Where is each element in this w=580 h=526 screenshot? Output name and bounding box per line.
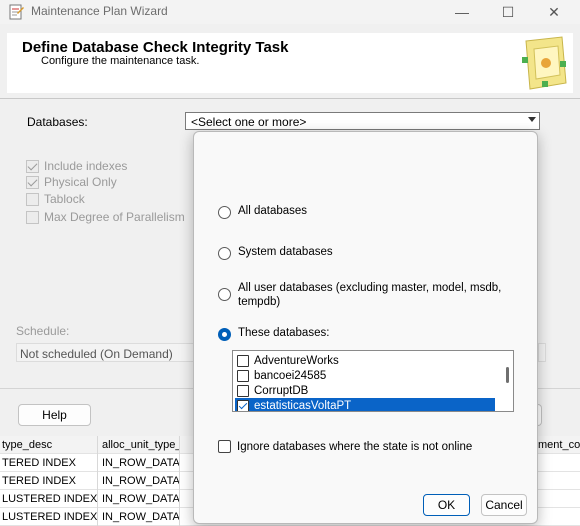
wizard-banner-icon <box>514 33 573 93</box>
radio-icon <box>218 328 231 341</box>
minimize-icon: — <box>455 4 469 20</box>
help-button-label: Help <box>42 408 67 422</box>
option-label: Tablock <box>44 192 85 206</box>
maximize-button[interactable]: ☐ <box>485 0 531 24</box>
checkbox-icon <box>26 175 39 189</box>
column-header[interactable]: ment_cou <box>536 436 580 454</box>
radio-icon <box>218 247 231 260</box>
databases-label: Databases: <box>27 115 88 129</box>
include-indexes-checkbox[interactable]: Include indexes <box>26 159 127 173</box>
table-cell: TERED INDEX <box>0 472 98 490</box>
radio-label: All databases <box>238 205 308 217</box>
schedule-label: Schedule: <box>16 324 70 338</box>
table-cell: TERED INDEX <box>0 454 98 472</box>
header-divider <box>0 98 580 99</box>
minimize-button[interactable]: — <box>439 0 485 24</box>
radio-label: All user databases (excluding master, mo… <box>238 282 502 308</box>
checkbox-icon <box>26 210 39 224</box>
databases-dropdown[interactable]: <Select one or more> <box>185 112 540 130</box>
ok-button[interactable]: OK <box>423 494 470 516</box>
column-header[interactable]: alloc_unit_type_desc <box>100 436 180 454</box>
list-item[interactable]: bancoei24585 <box>235 368 495 383</box>
ignore-offline-label: Ignore databases where the state is not … <box>237 440 473 453</box>
page-title: Define Database Check Integrity Task <box>22 39 289 56</box>
database-name: CorruptDB <box>254 384 309 397</box>
checkbox-icon[interactable] <box>237 384 249 397</box>
database-name: estatisticasVoltaPT <box>254 399 352 412</box>
checkbox-icon[interactable] <box>237 369 249 382</box>
wizard-header: Define Database Check Integrity Task Con… <box>7 33 573 93</box>
option-label: Max Degree of Parallelism <box>44 210 185 224</box>
max-dop-checkbox[interactable]: Max Degree of Parallelism <box>26 210 185 224</box>
option-label: Physical Only <box>44 175 117 189</box>
table-cell: IN_ROW_DATA <box>100 490 180 508</box>
radio-all-databases[interactable]: All databases <box>218 205 307 219</box>
checkbox-icon[interactable] <box>237 399 249 411</box>
database-list[interactable]: AdventureWorks bancoei24585 CorruptDB es… <box>232 350 514 412</box>
radio-icon <box>218 288 231 301</box>
page-subtitle: Configure the maintenance task. <box>41 55 200 67</box>
maximize-icon: ☐ <box>501 3 515 20</box>
schedule-value: Not scheduled (On Demand) <box>20 347 173 361</box>
table-cell: IN_ROW_DATA <box>100 508 180 526</box>
cancel-button[interactable]: Cancel <box>481 494 527 516</box>
title-bar[interactable]: Maintenance Plan Wizard — ☐ ✕ <box>0 0 580 24</box>
tablock-checkbox[interactable]: Tablock <box>26 192 85 206</box>
radio-icon <box>218 206 231 219</box>
ok-button-label: OK <box>437 498 456 512</box>
radio-all-user-databases[interactable]: All user databases (excluding master, mo… <box>218 281 518 309</box>
table-cell: LUSTERED INDEX <box>0 508 98 526</box>
table-cell: IN_ROW_DATA <box>100 454 180 472</box>
close-icon: ✕ <box>548 3 560 20</box>
window-title: Maintenance Plan Wizard <box>31 4 168 18</box>
help-button[interactable]: Help <box>18 404 91 426</box>
option-label: Include indexes <box>44 159 128 173</box>
table-cell: IN_ROW_DATA <box>100 472 180 490</box>
list-item[interactable]: estatisticasVoltaPT <box>235 398 495 412</box>
checkbox-icon[interactable] <box>237 354 249 367</box>
database-selection-popup: All databases System databases All user … <box>193 131 538 524</box>
list-item[interactable]: CorruptDB <box>235 383 495 398</box>
column-header[interactable]: type_desc <box>0 436 98 454</box>
list-item[interactable]: AdventureWorks <box>235 353 495 368</box>
radio-system-databases[interactable]: System databases <box>218 246 333 260</box>
wizard-app-icon <box>9 4 24 20</box>
checkbox-icon <box>218 440 231 453</box>
database-name: bancoei24585 <box>254 369 327 382</box>
table-cell: LUSTERED INDEX <box>0 490 98 508</box>
checkbox-icon <box>26 159 39 173</box>
radio-label: System databases <box>238 246 333 258</box>
databases-dropdown-value: <Select one or more> <box>191 115 307 129</box>
schedule-field: Not scheduled (On Demand) <box>16 343 196 362</box>
database-name: AdventureWorks <box>254 354 339 367</box>
ignore-offline-checkbox[interactable]: Ignore databases where the state is not … <box>218 440 472 453</box>
checkbox-icon <box>26 192 39 206</box>
radio-these-databases[interactable]: These databases: <box>218 327 329 341</box>
scrollbar-thumb[interactable] <box>506 367 509 383</box>
chevron-down-icon[interactable] <box>528 117 536 122</box>
cancel-button-label: Cancel <box>485 498 523 512</box>
schedule-change-button[interactable] <box>538 343 546 362</box>
radio-label: These databases: <box>238 327 330 339</box>
physical-only-checkbox[interactable]: Physical Only <box>26 175 117 189</box>
close-button[interactable]: ✕ <box>531 0 577 24</box>
